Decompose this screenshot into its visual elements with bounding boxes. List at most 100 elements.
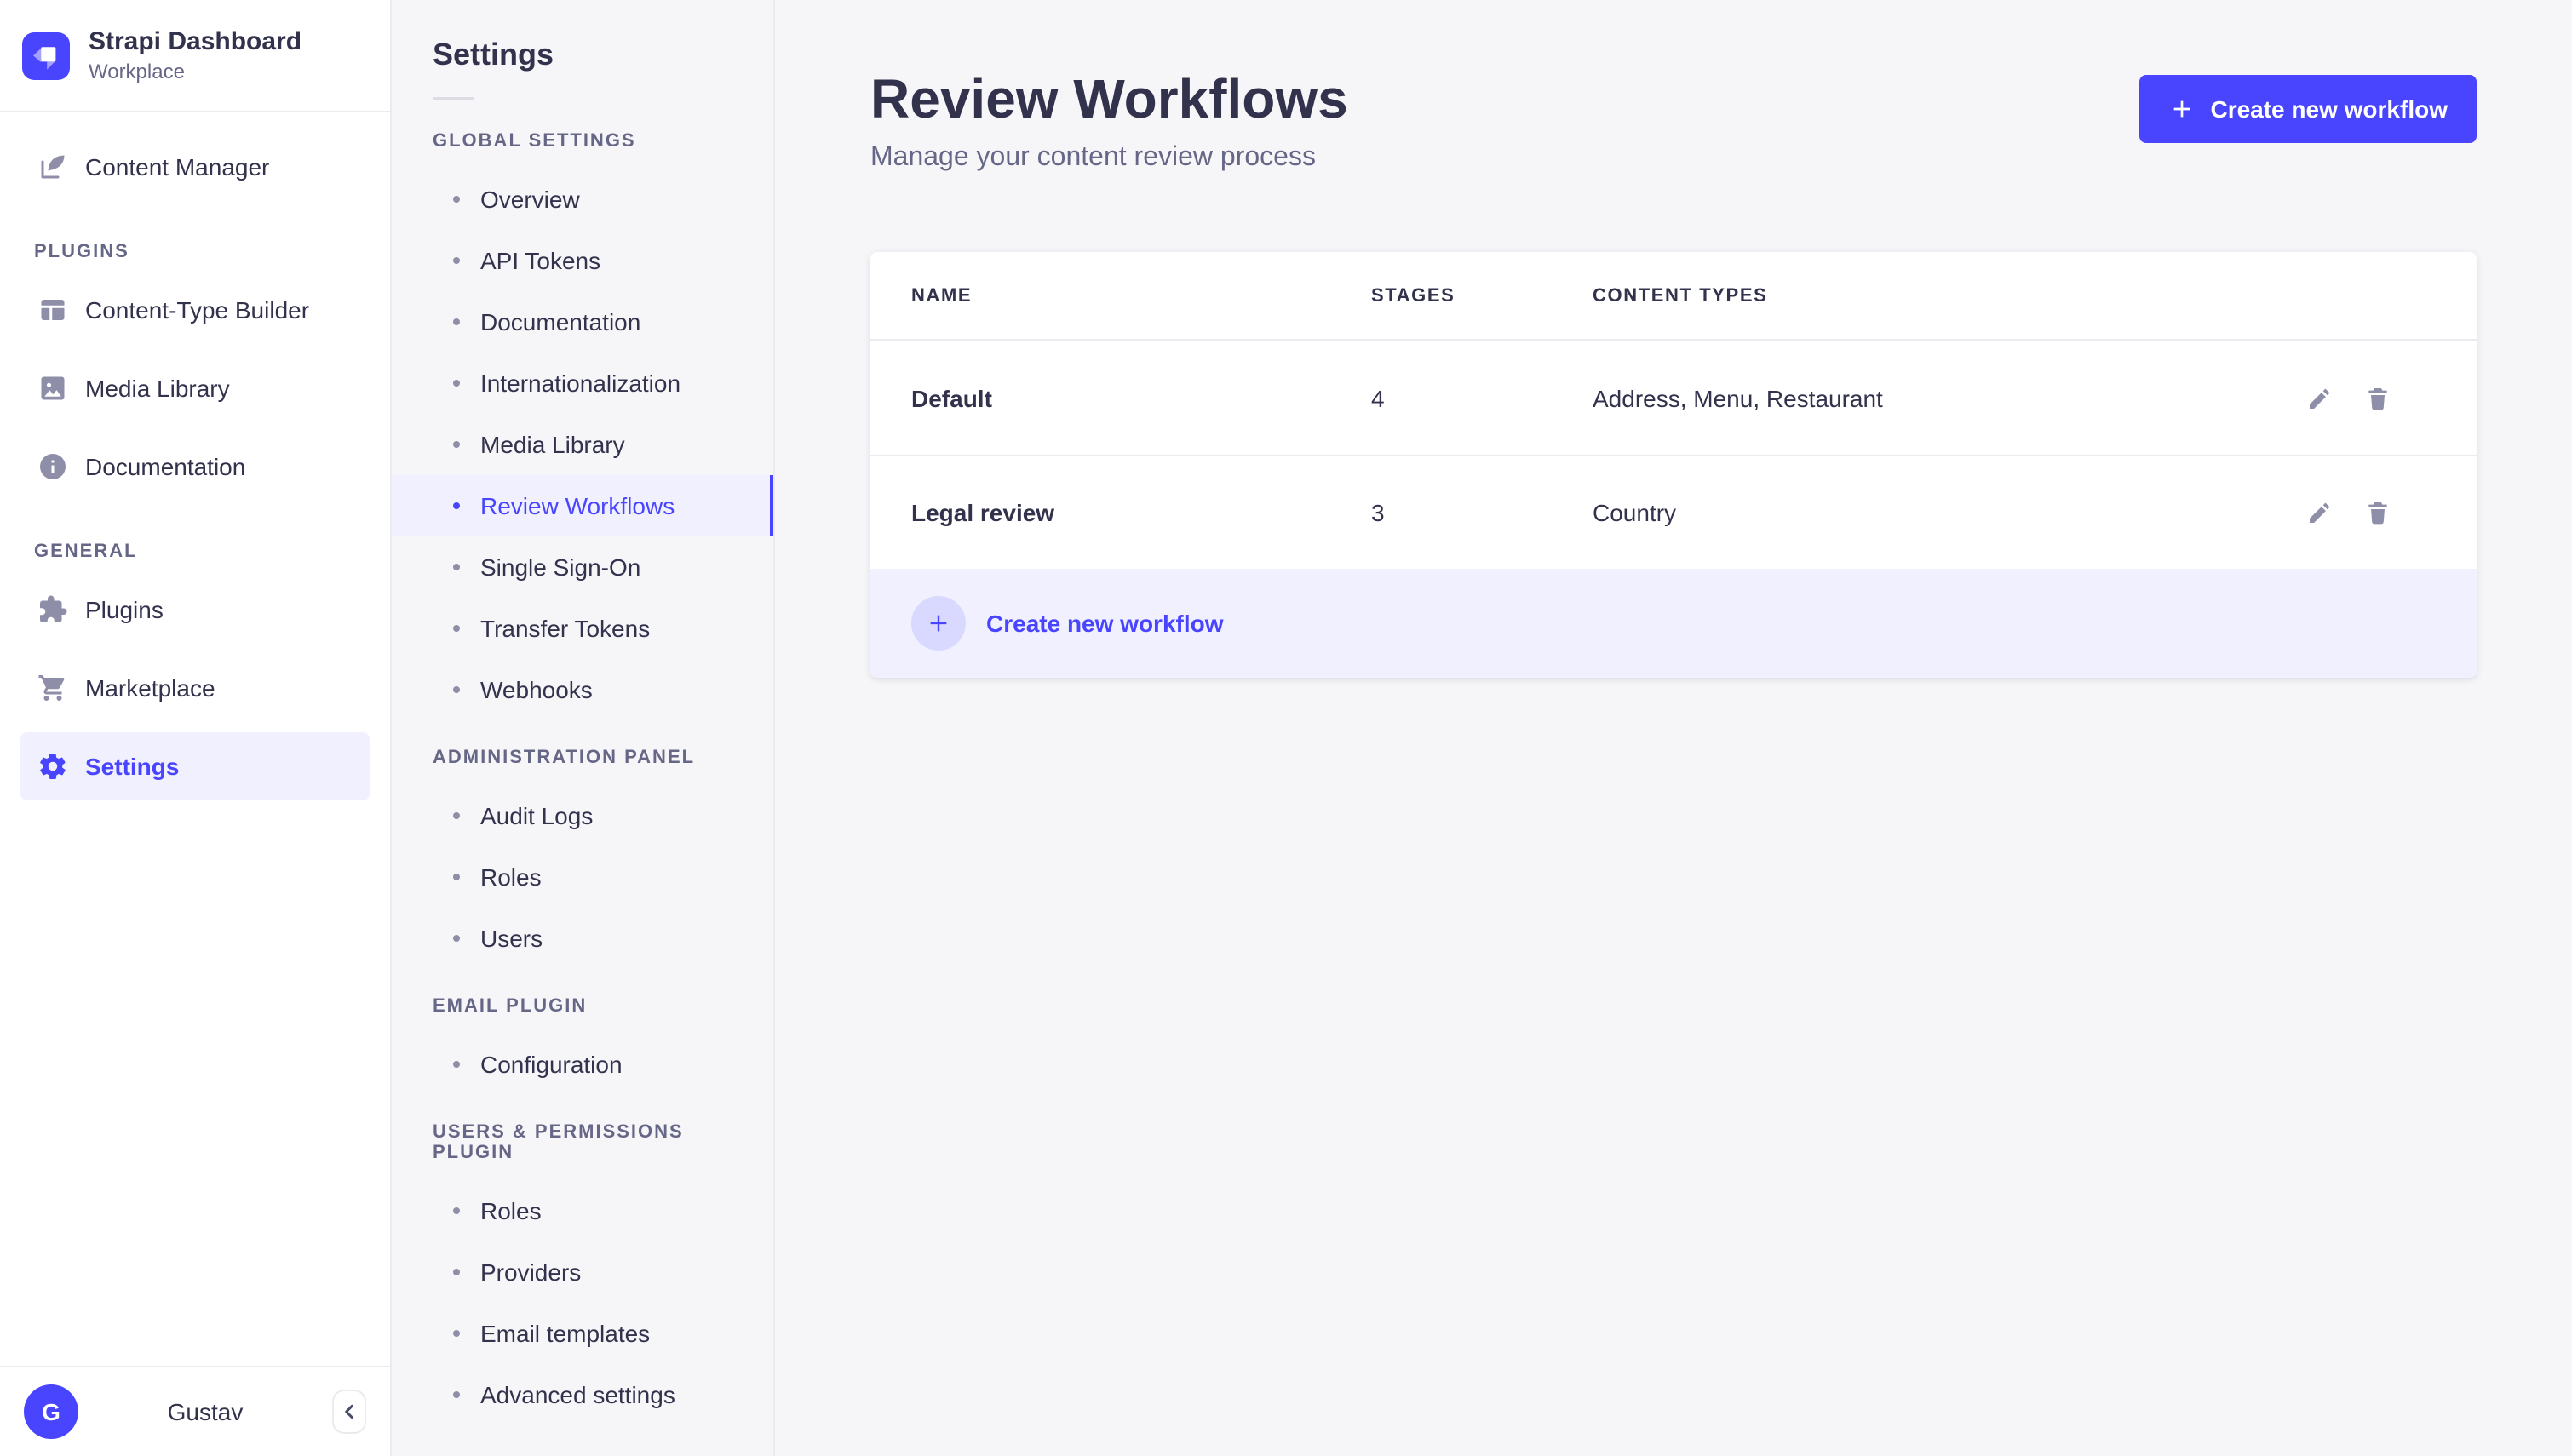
subnav-section-email-plugin: EMAIL PLUGIN [433,996,588,1017]
sidebar-item-label: Content-Type Builder [85,296,310,324]
cart-icon [37,673,68,703]
workflow-content-types: Country [1593,499,1677,526]
table-row[interactable]: Legal review 3 Country [870,455,2477,569]
main-content: Review Workflows Manage your content rev… [775,0,2572,1456]
delete-trash-icon[interactable] [2364,384,2391,411]
sidebar-item-label: Documentation [85,453,246,480]
subnav-item-internationalization[interactable]: Internationalization [392,353,773,414]
user-row: G Gustav [0,1366,390,1456]
bullet-icon [453,257,460,264]
create-workflow-button[interactable]: Create new workflow [2139,75,2477,143]
subnav-item-configuration[interactable]: Configuration [392,1034,773,1095]
bullet-icon [453,318,460,325]
sidebar-item-label: Marketplace [85,674,215,702]
workflow-name: Legal review [911,499,1055,526]
bullet-icon [453,812,460,819]
subnav-item-audit-logs[interactable]: Audit Logs [392,785,773,846]
subnav-section-administration-panel: ADMINISTRATION PANEL [433,748,696,768]
settings-subnav: Settings GLOBAL SETTINGS Overview API To… [392,0,775,1456]
page-title: Review Workflows [870,68,1348,129]
bullet-icon [453,502,460,509]
sidebar-item-label: Media Library [85,375,230,402]
bullet-icon [453,1391,460,1398]
sidebar-item-content-type-builder[interactable]: Content-Type Builder [20,276,370,344]
subnav-item-email-templates[interactable]: Email templates [392,1303,773,1364]
main-sidebar: Strapi Dashboard Workplace Content Manag… [0,0,392,1456]
brand[interactable]: Strapi Dashboard Workplace [0,0,390,112]
subnav-item-up-roles[interactable]: Roles [392,1180,773,1241]
app-root: Strapi Dashboard Workplace Content Manag… [0,0,2572,1456]
subnav-item-users[interactable]: Users [392,908,773,969]
edit-pencil-icon[interactable] [2306,499,2334,526]
bullet-icon [453,625,460,632]
sidebar-item-label: Plugins [85,596,164,623]
bullet-icon [453,380,460,387]
subnav-section-users-permissions-plugin: USERS & PERMISSIONS PLUGIN [433,1122,684,1163]
subnav-item-transfer-tokens[interactable]: Transfer Tokens [392,598,773,659]
footer-create-workflow-label: Create new workflow [986,610,1224,637]
avatar[interactable]: G [24,1384,78,1439]
brand-subtitle: Workplace [89,60,185,83]
subnav-item-overview[interactable]: Overview [392,169,773,230]
sidebar-section-plugins: PLUGINS [34,242,129,262]
table-row[interactable]: Default 4 Address, Menu, Restaurant [870,341,2477,455]
page-subtitle: Manage your content review process [870,143,1316,172]
bullet-icon [453,564,460,570]
sidebar-item-label: Settings [85,753,180,780]
sidebar-item-media-library[interactable]: Media Library [20,354,370,422]
page-header: Review Workflows Manage your content rev… [870,72,2477,174]
workflows-table: NAME STAGES CONTENT TYPES Default 4 Addr… [870,252,2477,678]
sidebar-item-content-manager[interactable]: Content Manager [20,133,370,201]
column-header-content-types: CONTENT TYPES [1593,285,1768,306]
sidebar-collapse-button[interactable] [332,1390,366,1434]
strapi-logo-icon [22,32,70,79]
edit-pencil-icon[interactable] [2306,384,2334,411]
bullet-icon [453,441,460,448]
subnav-title: Settings [433,37,554,72]
feather-pen-icon [37,152,68,182]
layout-icon [37,295,68,325]
plus-icon [2167,95,2195,123]
subnav-item-single-sign-on[interactable]: Single Sign-On [392,536,773,598]
info-icon [37,451,68,482]
bullet-icon [453,686,460,693]
chevron-left-icon [341,1403,358,1420]
subnav-item-api-tokens[interactable]: API Tokens [392,230,773,291]
bullet-icon [453,1207,460,1214]
puzzle-icon [37,594,68,625]
table-footer-create-workflow[interactable]: Create new workflow [870,569,2477,678]
sidebar-item-label: Content Manager [85,153,270,181]
sidebar-section-general: GENERAL [34,542,138,562]
sidebar-nav: Content Manager PLUGINS Content-Type Bui… [0,112,390,1366]
brand-title: Strapi Dashboard [89,27,302,56]
user-name[interactable]: Gustav [78,1398,332,1425]
subnav-item-advanced-settings[interactable]: Advanced settings [392,1364,773,1425]
bullet-icon [453,196,460,203]
plus-circle-icon[interactable] [911,596,966,651]
image-icon [37,373,68,404]
workflow-content-types: Address, Menu, Restaurant [1593,384,1883,411]
bullet-icon [453,1269,460,1275]
subnav-item-providers[interactable]: Providers [392,1241,773,1303]
subnav-item-roles[interactable]: Roles [392,846,773,908]
delete-trash-icon[interactable] [2364,499,2391,526]
table-header-row: NAME STAGES CONTENT TYPES [870,252,2477,341]
subnav-divider [433,97,474,100]
sidebar-item-plugins[interactable]: Plugins [20,576,370,644]
workflow-stages: 4 [1371,384,1385,411]
subnav-item-webhooks[interactable]: Webhooks [392,659,773,720]
sidebar-item-settings[interactable]: Settings [20,732,370,800]
bullet-icon [453,1330,460,1337]
sidebar-item-documentation[interactable]: Documentation [20,433,370,501]
subnav-item-review-workflows[interactable]: Review Workflows [392,475,773,536]
bullet-icon [453,874,460,880]
row-actions [2306,384,2391,411]
workflow-stages: 3 [1371,499,1385,526]
subnav-item-media-library[interactable]: Media Library [392,414,773,475]
subnav-item-documentation[interactable]: Documentation [392,291,773,353]
column-header-stages: STAGES [1371,285,1455,306]
row-actions [2306,499,2391,526]
gear-icon [37,751,68,782]
bullet-icon [453,935,460,942]
sidebar-item-marketplace[interactable]: Marketplace [20,654,370,722]
